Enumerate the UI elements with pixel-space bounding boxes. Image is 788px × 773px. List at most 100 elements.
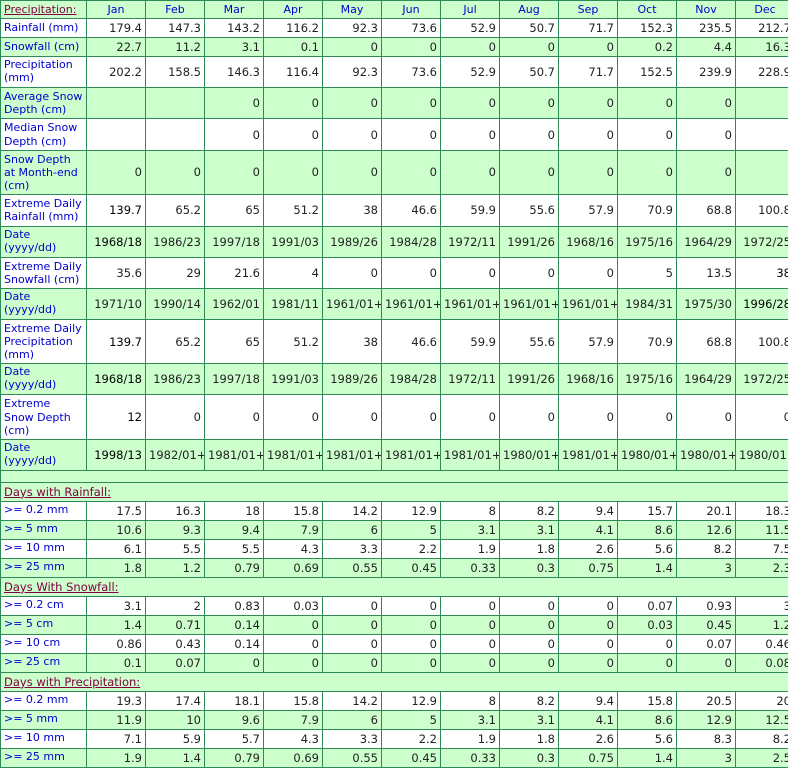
- data-cell: 0: [204, 86, 264, 120]
- column-header-apr: Apr: [263, 0, 323, 19]
- data-cell: 1981/01+: [263, 438, 323, 471]
- column-header-nov: Nov: [676, 0, 736, 19]
- data-cell: 0: [499, 394, 559, 440]
- data-cell: 29: [145, 256, 205, 289]
- row-label: >= 5 cm: [0, 614, 87, 635]
- data-cell: 1984/31: [617, 287, 677, 320]
- data-cell: 20.5: [676, 690, 736, 711]
- data-cell: 3.1: [499, 709, 559, 730]
- data-cell: 18: [204, 500, 264, 521]
- data-cell: [735, 118, 788, 151]
- data-cell: 65.2: [145, 318, 205, 365]
- data-cell: 1.2: [735, 614, 788, 635]
- data-cell: 0.07: [617, 595, 677, 616]
- data-cell: 46.6: [381, 318, 441, 365]
- data-cell: 5.6: [617, 728, 677, 749]
- data-cell: 0: [558, 614, 618, 635]
- data-cell: 116.2: [263, 18, 323, 38]
- data-cell: 0: [558, 595, 618, 616]
- table-row: Snow Depth at Month-end (cm)00000000000C: [0, 149, 788, 196]
- data-cell: 1997/18: [204, 225, 264, 258]
- data-cell: 1981/01+: [440, 438, 500, 471]
- data-cell: 1962/01: [204, 287, 264, 320]
- data-cell: 1972/11: [440, 363, 500, 396]
- data-cell: 1975/16: [617, 225, 677, 258]
- data-cell: 0.75: [558, 557, 618, 578]
- data-cell: 158.5: [145, 56, 205, 88]
- data-cell: 2: [145, 595, 205, 616]
- data-cell: 3: [735, 595, 788, 616]
- data-cell: 0: [322, 633, 382, 654]
- data-cell: 0: [263, 394, 323, 440]
- data-cell: 0: [263, 652, 323, 673]
- data-cell: 0: [440, 394, 500, 440]
- data-cell: 68.8: [676, 194, 736, 227]
- data-cell: 9.4: [558, 500, 618, 521]
- data-cell: 8.2: [499, 690, 559, 711]
- data-cell: 1961/01+: [558, 287, 618, 320]
- data-cell: 4.4: [676, 37, 736, 57]
- data-cell: 18.1: [204, 690, 264, 711]
- data-cell: 0.86: [86, 633, 146, 654]
- data-cell: 228.9: [735, 56, 788, 88]
- data-cell: 0: [381, 118, 441, 151]
- data-cell: 0.83: [204, 595, 264, 616]
- data-cell: 15.7: [617, 500, 677, 521]
- data-cell: 152.3: [617, 18, 677, 38]
- row-label: >= 25 cm: [0, 652, 87, 673]
- data-cell: 0: [617, 652, 677, 673]
- data-cell: 0: [617, 86, 677, 120]
- data-cell: 2.6: [558, 538, 618, 559]
- data-cell: 1968/16: [558, 225, 618, 258]
- data-cell: 0: [440, 652, 500, 673]
- table-row: Average Snow Depth (cm)000000000C: [0, 86, 788, 120]
- data-cell: 12.9: [676, 709, 736, 730]
- data-cell: 2.3: [735, 557, 788, 578]
- data-cell: 0: [440, 37, 500, 57]
- data-cell: 0.07: [676, 633, 736, 654]
- data-cell: 0.46: [735, 633, 788, 654]
- data-cell: 0.43: [145, 633, 205, 654]
- data-cell: 14.2: [322, 690, 382, 711]
- data-cell: [145, 118, 205, 151]
- data-cell: 0: [499, 614, 559, 635]
- data-cell: 1961/01+: [381, 287, 441, 320]
- data-cell: 1998/13: [86, 438, 146, 471]
- data-cell: 1981/01+: [558, 438, 618, 471]
- data-cell: 65: [204, 194, 264, 227]
- table-row: >= 10 mm 6.1 5.5 5.5 4.3 3.3 2.2 1.9 1.8 2.6 5.6 8.…: [0, 538, 788, 559]
- data-cell: 1961/01+: [322, 287, 382, 320]
- data-cell: 100.8: [735, 194, 788, 227]
- data-cell: 0: [145, 394, 205, 440]
- data-cell: 17.5: [86, 500, 146, 521]
- data-cell: 1.2: [145, 557, 205, 578]
- data-cell: 4.3: [263, 538, 323, 559]
- data-cell: 0: [263, 149, 323, 196]
- data-cell: 146.3: [204, 56, 264, 88]
- data-cell: 52.9: [440, 56, 500, 88]
- data-cell: 1.9: [86, 747, 146, 768]
- data-cell: 0: [558, 86, 618, 120]
- data-cell: 8.6: [617, 519, 677, 540]
- data-cell: 9.4: [558, 690, 618, 711]
- data-cell: 1981/01+: [322, 438, 382, 471]
- data-cell: 0: [440, 614, 500, 635]
- data-cell: 0: [86, 149, 146, 196]
- row-label: >= 0.2 cm: [0, 595, 87, 616]
- data-cell: 3.1: [499, 519, 559, 540]
- data-cell: 1991/03: [263, 225, 323, 258]
- data-cell: 0.71: [145, 614, 205, 635]
- data-cell: 0: [322, 149, 382, 196]
- row-label: Median Snow Depth (cm): [0, 118, 87, 151]
- data-cell: 0: [204, 118, 264, 151]
- table-row: Median Snow Depth (cm)000000000C: [0, 118, 788, 151]
- data-cell: 0.33: [440, 747, 500, 768]
- data-cell: 1996/28: [735, 287, 788, 320]
- data-cell: 50.7: [499, 18, 559, 38]
- data-cell: 1972/25: [735, 363, 788, 396]
- data-cell: 0: [263, 633, 323, 654]
- data-cell: 8: [440, 500, 500, 521]
- table-row: Extreme Daily Snowfall (cm) 35.6 29 21.6 4 0 0…: [0, 256, 788, 289]
- data-cell: 1984/28: [381, 225, 441, 258]
- data-cell: 116.4: [263, 56, 323, 88]
